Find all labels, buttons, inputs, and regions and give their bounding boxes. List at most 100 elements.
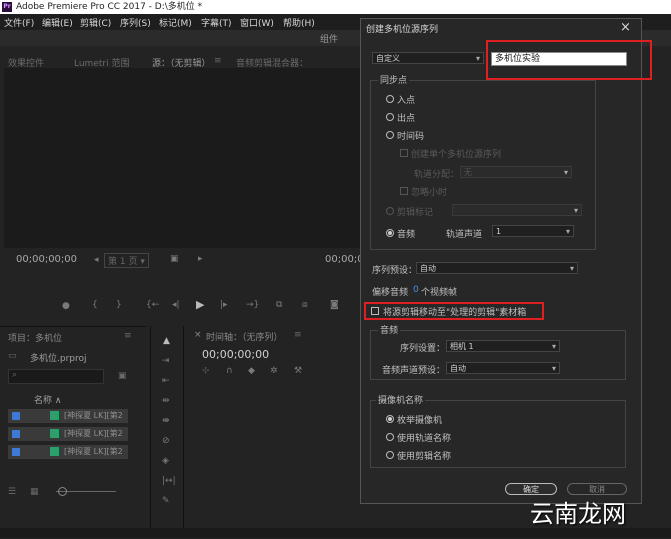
menu-edit[interactable]: 编辑(E)	[42, 16, 73, 29]
project-search-input[interactable]: ⌕	[8, 369, 104, 384]
snap-icon[interactable]: ⊹	[202, 366, 210, 376]
track-channel-select[interactable]: 1 ▾	[492, 225, 574, 237]
camera-clip-radio[interactable]	[386, 451, 394, 459]
project-panel: 项目：多机位 ≡ ▭ 多机位.prproj ⌕ ▣ 名称 ∧ [神探夏 LK][…	[0, 326, 146, 539]
project-item-name: [神探夏 LK][第2	[64, 447, 123, 456]
track-channel-label: 轨道声道	[446, 230, 483, 240]
menu-sequence[interactable]: 序列(S)	[120, 16, 151, 29]
title-bar: Pr Adobe Premiere Pro CC 2017 - D:\多机位 *	[0, 0, 671, 14]
timeline-panel-title[interactable]: 时间轴：（无序列）	[206, 330, 283, 343]
timeline-panel: × 时间轴：（无序列） ≡ 00;00;00;00 ⊹ ∩ ◆ ✲ ⚒	[186, 326, 360, 538]
clip-marker-select[interactable]: ▾	[452, 204, 582, 216]
new-bin-icon[interactable]: ▣	[118, 371, 127, 381]
source-prev-icon[interactable]: ◂	[94, 255, 99, 265]
close-icon[interactable]: ×	[620, 20, 631, 35]
sequence-preset-select[interactable]: 自动 ▾	[416, 262, 578, 274]
track-assign-select[interactable]: 无 ▾	[460, 166, 572, 178]
audio-group-label: 音频	[378, 323, 401, 336]
go-to-in-icon[interactable]: {←	[146, 300, 159, 310]
slide-tool-icon[interactable]: |↔|	[162, 476, 176, 486]
source-tab-menu-icon[interactable]: ≡	[214, 56, 222, 66]
ignore-hours-label: 忽略小时	[411, 188, 448, 198]
pen-tool-icon[interactable]: ✎	[162, 496, 170, 506]
right-panel-strip	[640, 46, 671, 538]
timeline-timecode[interactable]: 00;00;00;00	[202, 348, 269, 361]
chevron-down-icon: ▾	[563, 168, 568, 177]
clip-icon	[50, 429, 59, 438]
chevron-down-icon: ▾	[569, 264, 574, 273]
mark-out-icon[interactable]: }	[116, 300, 122, 310]
project-item-name: [神探夏 LK][第2	[64, 411, 123, 420]
project-item-row[interactable]: [神探夏 LK][第2	[8, 409, 128, 423]
project-item-row[interactable]: [神探夏 LK][第2	[8, 427, 128, 441]
menu-clip[interactable]: 剪辑(C)	[80, 16, 111, 29]
label-color-swatch[interactable]	[12, 412, 20, 420]
offset-audio-unit: 个视频帧	[421, 288, 458, 298]
export-frame-icon[interactable]: ◙	[330, 300, 339, 310]
rolling-edit-tool-icon[interactable]: ⇹	[162, 396, 170, 406]
label-color-swatch[interactable]	[12, 430, 20, 438]
single-source-checkbox[interactable]	[400, 149, 408, 157]
project-item-name: [神探夏 LK][第2	[64, 429, 123, 438]
step-back-icon[interactable]: ◂|	[172, 300, 180, 310]
label-color-swatch[interactable]	[12, 448, 20, 456]
overwrite-icon[interactable]: ⧈	[302, 300, 308, 310]
rate-stretch-tool-icon[interactable]: ⇼	[162, 416, 170, 426]
ignore-hours-checkbox[interactable]	[400, 187, 408, 195]
project-panel-title[interactable]: 项目：多机位	[8, 331, 62, 344]
sync-audio-radio[interactable]	[386, 229, 394, 237]
audio-channel-preset-select[interactable]: 自动 ▾	[446, 362, 560, 374]
add-marker-icon[interactable]: ●	[62, 301, 70, 311]
slip-tool-icon[interactable]: ◈	[162, 456, 169, 466]
camera-group-label: 摄像机名称	[376, 393, 426, 406]
source-page-select[interactable]: 第 1 页 ▾	[104, 253, 149, 268]
go-to-out-icon[interactable]: →}	[246, 300, 259, 310]
chevron-down-icon: ▾	[551, 364, 556, 373]
step-forward-icon[interactable]: |▸	[220, 300, 228, 310]
project-menu-icon[interactable]: ≡	[124, 331, 132, 341]
name-column-header[interactable]: 名称 ∧	[34, 393, 61, 406]
sync-out-radio[interactable]	[386, 113, 394, 121]
menu-window[interactable]: 窗口(W)	[240, 16, 274, 29]
sync-timecode-radio[interactable]	[386, 131, 394, 139]
sequence-preset-label: 序列预设：	[372, 266, 418, 276]
timeline-menu-icon[interactable]: ≡	[294, 330, 302, 340]
timeline-close-icon[interactable]: ×	[194, 330, 202, 340]
camera-track-radio[interactable]	[386, 433, 394, 441]
linked-selection-icon[interactable]: ∩	[226, 366, 233, 376]
timeline-settings-icon[interactable]: ✲	[270, 366, 278, 376]
insert-icon[interactable]: ⧉	[276, 300, 282, 310]
source-settings-icon[interactable]: ▣	[170, 254, 179, 264]
list-view-icon[interactable]: ☰	[8, 487, 16, 497]
icon-view-icon[interactable]: ▦	[30, 487, 39, 497]
seq-setting-select[interactable]: 相机 1 ▾	[446, 340, 560, 352]
sync-in-radio[interactable]	[386, 95, 394, 103]
chevron-down-icon: ▾	[475, 54, 480, 63]
offset-audio-value[interactable]: 0	[413, 285, 419, 295]
menu-title[interactable]: 字幕(T)	[201, 16, 232, 29]
mark-in-icon[interactable]: {	[92, 300, 98, 310]
menu-help[interactable]: 帮助(H)	[283, 16, 315, 29]
track-select-tool-icon[interactable]: ⇥	[162, 356, 170, 366]
single-source-label: 创建单个多机位源序列	[411, 150, 502, 160]
source-timecode-in[interactable]: 00;00;00;00	[16, 254, 77, 265]
play-icon[interactable]: ▶	[196, 298, 204, 311]
sync-timecode-label: 时间码	[397, 132, 425, 142]
source-next-icon[interactable]: ▸	[198, 254, 203, 264]
clip-marker-radio[interactable]	[386, 207, 394, 215]
razor-tool-icon[interactable]: ⊘	[162, 436, 170, 446]
ripple-edit-tool-icon[interactable]: ⇤	[162, 376, 170, 386]
add-marker-icon[interactable]: ◆	[248, 366, 255, 376]
selection-tool-icon[interactable]: ▲	[163, 336, 170, 346]
wrench-icon[interactable]: ⚒	[294, 366, 302, 376]
camera-enum-radio[interactable]	[386, 415, 394, 423]
name-preset-select[interactable]: 自定义 ▾	[372, 52, 484, 64]
menu-marker[interactable]: 标记(M)	[159, 16, 192, 29]
search-icon: ⌕	[12, 370, 18, 380]
menu-file[interactable]: 文件(F)	[4, 16, 34, 29]
workspace-tab-assembly[interactable]: 组件	[320, 32, 338, 45]
highlight-box-name	[486, 40, 652, 80]
status-bar	[0, 528, 671, 538]
zoom-slider-handle[interactable]	[58, 487, 67, 496]
project-item-row[interactable]: [神探夏 LK][第2	[8, 445, 128, 459]
